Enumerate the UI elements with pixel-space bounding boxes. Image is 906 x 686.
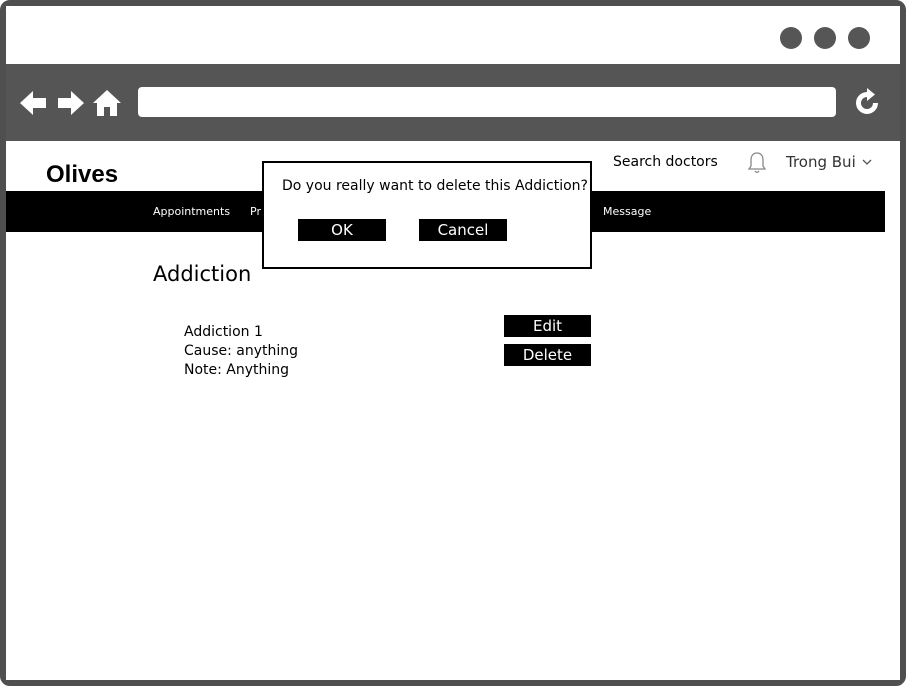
page-content: Olives Search doctors Trong Bui Appointm… (6, 141, 900, 680)
window-controls (780, 27, 870, 49)
chevron-down-icon (862, 159, 872, 165)
close-dot[interactable] (848, 27, 870, 49)
addiction-name: Addiction 1 (184, 324, 263, 340)
addiction-cause: Cause: anything (184, 343, 299, 359)
forward-arrow-icon[interactable] (56, 88, 86, 118)
minimize-dot[interactable] (780, 27, 802, 49)
ok-button[interactable]: OK (298, 219, 386, 241)
user-name: Trong Bui (786, 153, 856, 171)
nav-item-profile[interactable]: Pr (250, 205, 261, 218)
home-icon[interactable] (92, 88, 122, 118)
bell-icon[interactable] (747, 151, 767, 175)
search-doctors-link[interactable]: Search doctors (613, 154, 718, 170)
site-logo[interactable]: Olives (46, 161, 118, 189)
browser-toolbar (6, 64, 900, 141)
dialog-message: Do you really want to delete this Addict… (282, 178, 588, 194)
page-title: Addiction (153, 262, 252, 286)
nav-item-appointments[interactable]: Appointments (153, 205, 230, 218)
user-menu[interactable]: Trong Bui (786, 153, 872, 171)
browser-window: Olives Search doctors Trong Bui Appointm… (0, 0, 906, 686)
refresh-icon[interactable] (852, 88, 882, 118)
delete-button[interactable]: Delete (504, 344, 591, 366)
address-bar[interactable] (138, 87, 836, 117)
addiction-note: Note: Anything (184, 362, 290, 378)
delete-confirm-dialog: Do you really want to delete this Addict… (262, 161, 592, 269)
addiction-record: Addiction 1 Cause: anything Note: Anythi… (184, 323, 298, 380)
nav-item-message[interactable]: Message (603, 205, 651, 218)
back-arrow-icon[interactable] (18, 88, 48, 118)
maximize-dot[interactable] (814, 27, 836, 49)
cancel-button[interactable]: Cancel (419, 219, 507, 241)
edit-button[interactable]: Edit (504, 315, 591, 337)
title-bar (6, 6, 900, 64)
